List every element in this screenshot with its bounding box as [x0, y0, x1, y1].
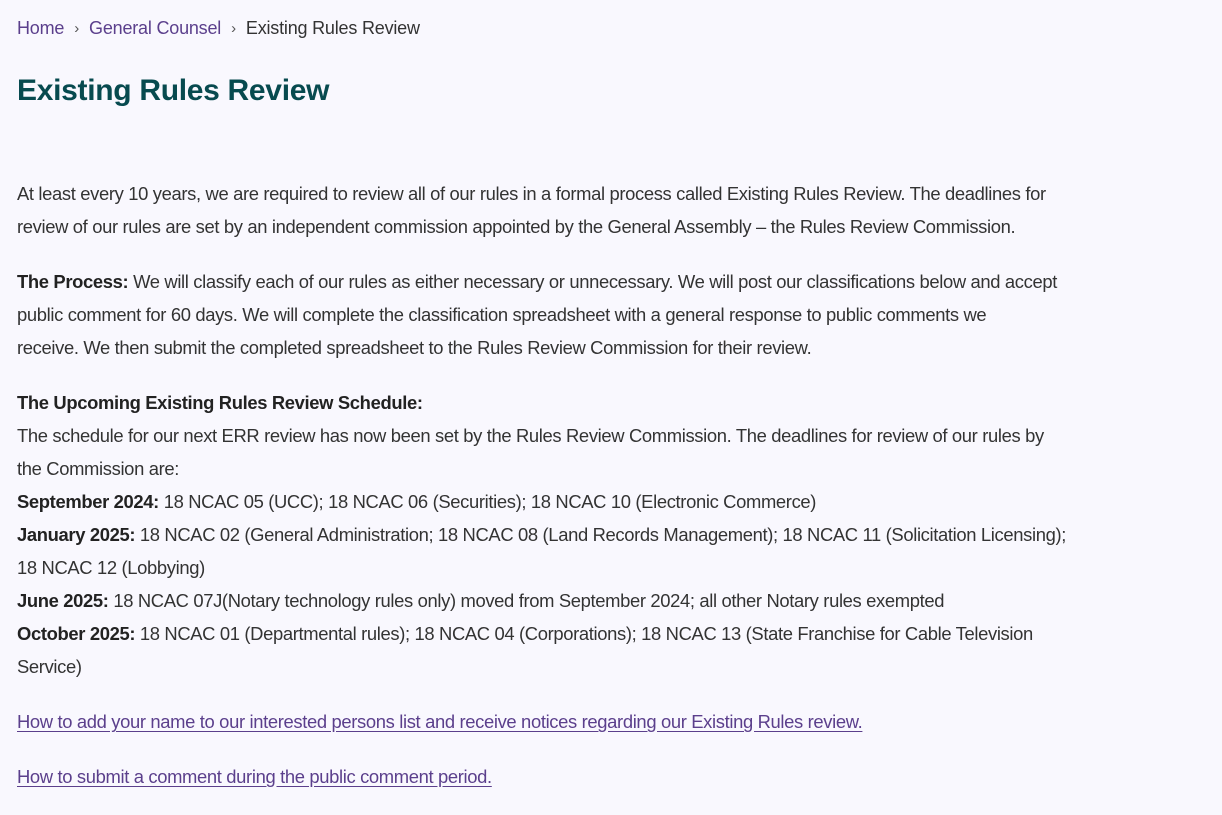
schedule-date: September 2024:	[17, 491, 159, 512]
schedule-rules: 18 NCAC 02 (General Administration; 18 N…	[135, 524, 1067, 545]
chevron-right-icon: ›	[74, 20, 80, 37]
intro-line: review of our rules are set by an indepe…	[17, 216, 1016, 237]
process-label: The Process:	[17, 271, 129, 292]
schedule-entry-october-2025: October 2025: 18 NCAC 01 (Departmental r…	[17, 617, 1217, 650]
schedule-date: October 2025:	[17, 623, 136, 644]
interested-persons-link[interactable]: How to add your name to our interested p…	[17, 711, 863, 732]
process-line: receive. We then submit the completed sp…	[17, 337, 812, 358]
schedule-intro-line: The schedule for our next ERR review has…	[17, 425, 1044, 446]
submit-comment-link[interactable]: How to submit a comment during the publi…	[17, 766, 492, 787]
breadcrumb: Home › General Counsel › Existing Rules Revi…	[17, 16, 420, 42]
process-line: public comment for 60 days. We will comp…	[17, 304, 987, 325]
schedule-rules: 18 NCAC 05 (UCC); 18 NCAC 06 (Securities…	[158, 491, 817, 512]
schedule-entry-june-2025: June 2025: 18 NCAC 07J(Notary technology…	[17, 584, 1217, 617]
schedule-date: June 2025:	[17, 590, 109, 611]
schedule-rules: 18 NCAC 01 (Departmental rules); 18 NCAC…	[135, 623, 1033, 644]
schedule-rules-continued: 18 NCAC 12 (Lobbying)	[17, 557, 205, 578]
intro-line: At least every 10 years, we are required…	[17, 183, 1046, 204]
process-paragraph: The Process: We will classify each of ou…	[17, 265, 1217, 364]
schedule-heading: The Upcoming Existing Rules Review Sched…	[17, 392, 423, 413]
schedule-section: The Upcoming Existing Rules Review Sched…	[17, 386, 1217, 683]
schedule-rules: 18 NCAC 07J(Notary technology rules only…	[108, 590, 945, 611]
related-links: How to add your name to our interested p…	[17, 705, 1217, 793]
intro-paragraph: At least every 10 years, we are required…	[17, 177, 1217, 243]
breadcrumb-current: Existing Rules Review	[245, 18, 420, 38]
chevron-right-icon: ›	[231, 20, 236, 37]
schedule-entry-january-2025: January 2025: 18 NCAC 02 (General Admini…	[17, 518, 1217, 551]
schedule-intro-line: the Commission are:	[17, 458, 179, 479]
main-content: At least every 10 years, we are required…	[17, 177, 1217, 815]
schedule-rules-continued: Service)	[17, 656, 82, 677]
page-title: Existing Rules Review	[17, 74, 330, 107]
breadcrumb-general-counsel-link[interactable]: General Counsel	[89, 18, 221, 38]
schedule-entry-september-2024: September 2024: 18 NCAC 05 (UCC); 18 NCA…	[17, 485, 1217, 518]
schedule-date: January 2025:	[17, 524, 136, 545]
breadcrumb-home-link[interactable]: Home	[17, 18, 64, 38]
process-line: We will classify each of our rules as ei…	[128, 271, 1058, 292]
